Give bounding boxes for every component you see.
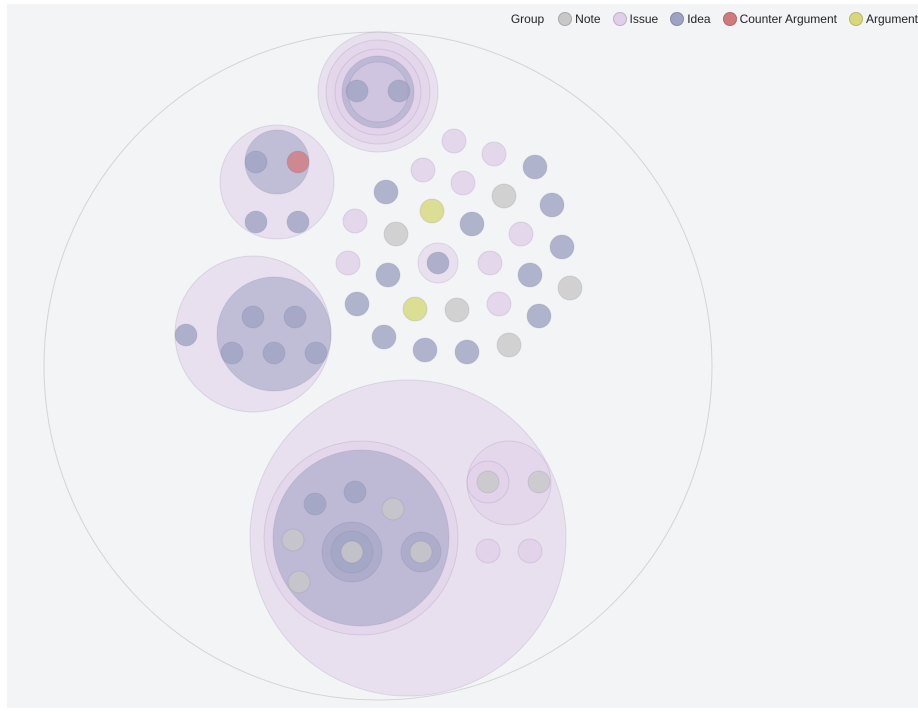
node-argument[interactable] [402,296,428,322]
node-argument[interactable] [419,198,445,224]
node-idea[interactable] [344,291,370,317]
legend-swatch-counter-argument [722,12,737,26]
node-idea[interactable] [549,234,575,260]
node-idea[interactable] [174,323,198,347]
node-issue[interactable] [450,170,476,196]
node-idea[interactable] [375,262,401,288]
node-idea[interactable] [526,303,552,329]
legend-item-note[interactable]: Note [558,12,601,26]
node-issue[interactable] [475,538,501,564]
legend-label-note: Note [575,12,601,26]
node-idea[interactable] [426,251,450,275]
node-idea[interactable] [412,337,438,363]
node-idea[interactable] [262,341,286,365]
node-idea[interactable] [303,492,327,516]
node-idea[interactable] [216,276,332,392]
legend-item-idea[interactable]: Idea [670,12,711,26]
node-idea[interactable] [522,154,548,180]
node-idea[interactable] [517,262,543,288]
node-idea[interactable] [283,305,307,329]
legend-item-argument[interactable]: Argument [848,12,918,26]
node-idea[interactable] [220,341,244,365]
node-note[interactable] [287,570,311,594]
legend-swatch-issue [612,12,627,26]
node-note[interactable] [557,275,583,301]
node-issue[interactable] [486,291,512,317]
node-note[interactable] [444,297,470,323]
node-note[interactable] [281,528,305,552]
node-note[interactable] [383,221,409,247]
node-issue[interactable] [441,128,467,154]
legend-title: Group [510,12,545,26]
legend-label-issue: Issue [629,12,659,26]
legend-item-counter-argument[interactable]: Counter Argument [722,12,837,26]
node-idea[interactable] [371,324,397,350]
node-idea[interactable] [241,305,265,329]
legend: Group Note Issue Idea Counter Argument A… [511,12,918,26]
circle-pack-chart[interactable] [7,4,918,708]
legend-item-issue[interactable]: Issue [612,12,659,26]
node-counter-argument[interactable] [286,150,310,174]
node-issue[interactable] [335,250,361,276]
node-note[interactable] [491,183,517,209]
node-note[interactable] [340,540,364,564]
node-idea[interactable] [286,210,310,234]
node-idea[interactable] [343,480,367,504]
node-issue[interactable] [342,208,368,234]
legend-label-counter-argument: Counter Argument [739,12,837,26]
node-idea[interactable] [244,150,268,174]
node-note[interactable] [527,470,551,494]
node-idea[interactable] [459,211,485,237]
node-note[interactable] [476,470,500,494]
node-idea[interactable] [304,341,328,365]
chart-panel: Group Note Issue Idea Counter Argument A… [7,4,918,708]
node-idea[interactable] [373,179,399,205]
node-idea[interactable] [345,79,369,103]
node-issue[interactable] [481,141,507,167]
legend-swatch-argument [848,12,863,26]
node-issue[interactable] [477,250,503,276]
legend-swatch-note [558,12,573,26]
node-issue[interactable] [517,538,543,564]
node-idea[interactable] [244,210,268,234]
legend-swatch-idea [670,12,685,26]
legend-label-argument: Argument [865,12,918,26]
legend-label-idea: Idea [687,12,711,26]
node-idea[interactable] [387,79,411,103]
node-note[interactable] [409,540,433,564]
node-issue[interactable] [410,157,436,183]
node-idea[interactable] [454,339,480,365]
node-idea[interactable] [539,192,565,218]
node-issue[interactable] [508,221,534,247]
node-note[interactable] [496,332,522,358]
node-note[interactable] [381,497,405,521]
